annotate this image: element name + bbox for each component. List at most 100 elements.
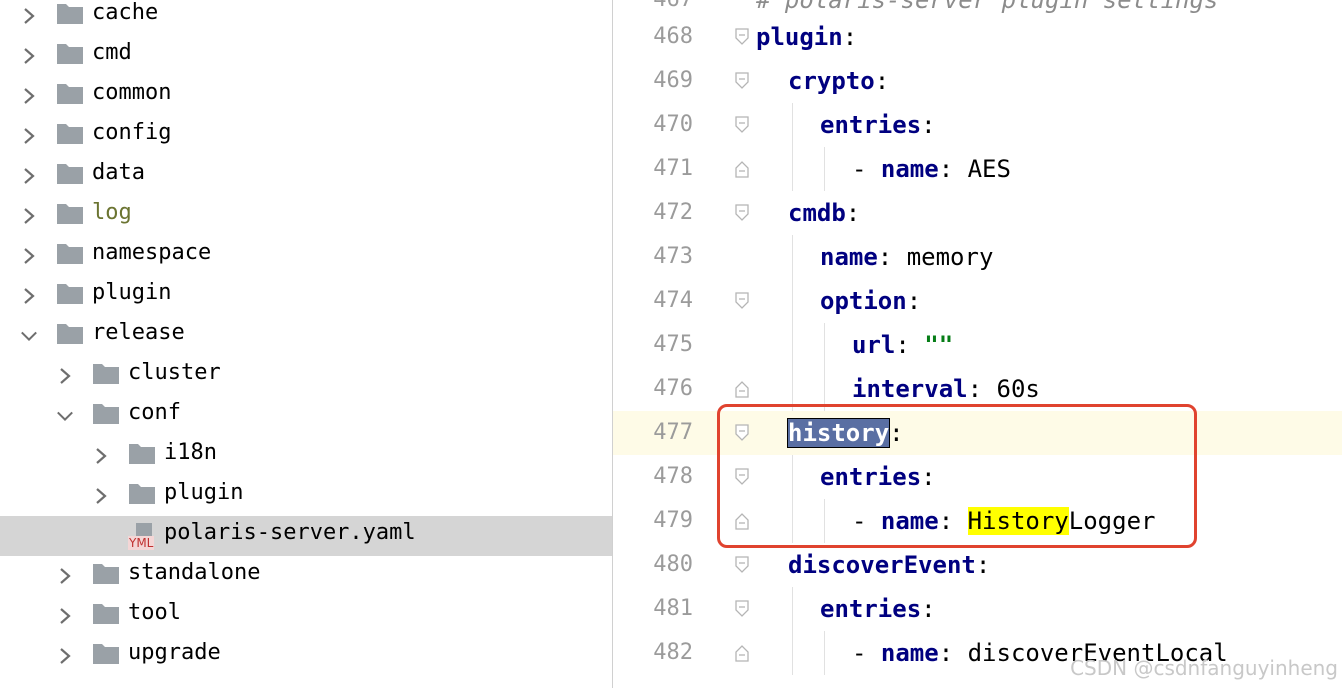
code-line[interactable]: 474 option: [613, 279, 1342, 323]
code-token: name [880, 639, 939, 667]
code-line[interactable]: 471 - name: AES [613, 147, 1342, 191]
fold-open-icon[interactable] [734, 116, 750, 134]
tree-folder-item[interactable]: cache [0, 0, 612, 36]
indent-guide [792, 587, 793, 631]
tree-folder-item[interactable]: common [0, 76, 612, 116]
folder-icon [56, 41, 84, 65]
chevron-right-icon[interactable] [20, 41, 38, 71]
indent-guide [792, 235, 793, 279]
tree-folder-item[interactable]: config [0, 116, 612, 156]
code-token: : [921, 111, 936, 139]
tree-item-label: cmd [92, 40, 132, 65]
code-token: interval [852, 375, 968, 403]
code-line[interactable]: 470 entries: [613, 103, 1342, 147]
tree-folder-item[interactable]: upgrade [0, 636, 612, 676]
tree-folder-item[interactable]: tool [0, 596, 612, 636]
tree-folder-item[interactable]: i18n [0, 436, 612, 476]
tree-folder-item[interactable]: data [0, 156, 612, 196]
chevron-right-icon[interactable] [20, 81, 38, 111]
fold-close-icon[interactable] [734, 380, 750, 398]
tree-folder-item[interactable]: release [0, 316, 612, 356]
line-number: 479 [653, 508, 693, 533]
chevron-right-icon[interactable] [20, 201, 38, 231]
fold-open-icon[interactable] [734, 72, 750, 90]
code-token: : AES [938, 155, 1011, 183]
code-text: - name: AES [852, 153, 1011, 185]
chevron-down-icon[interactable] [20, 321, 38, 351]
chevron-right-icon[interactable] [20, 121, 38, 151]
code-line[interactable]: 475 url: "" [613, 323, 1342, 367]
code-text: url: "" [852, 329, 953, 361]
folder-icon [56, 161, 84, 185]
code-text: interval: 60s [852, 373, 1040, 405]
code-token: : [921, 595, 936, 623]
folder-icon [92, 641, 120, 665]
chevron-right-icon[interactable] [56, 561, 74, 591]
tree-item-label: polaris-server.yaml [164, 520, 416, 545]
folder-icon [56, 281, 84, 305]
chevron-right-icon[interactable] [20, 161, 38, 191]
tree-folder-item[interactable]: plugin [0, 276, 612, 316]
code-text: entries: [820, 593, 936, 625]
chevron-down-icon[interactable] [56, 401, 74, 431]
fold-open-icon[interactable] [734, 556, 750, 574]
code-token: : memory [877, 243, 994, 271]
tree-folder-item[interactable]: namespace [0, 236, 612, 276]
chevron-right-icon[interactable] [56, 601, 74, 631]
chevron-right-icon[interactable] [20, 281, 38, 311]
tree-folder-item[interactable]: cmd [0, 36, 612, 76]
code-token: entries [820, 111, 922, 139]
indent-guide [792, 323, 793, 367]
code-line[interactable]: 469 crypto: [613, 59, 1342, 103]
folder-icon [56, 121, 84, 145]
folder-icon [56, 321, 84, 345]
code-line[interactable]: 468 plugin: [613, 15, 1342, 59]
fold-open-icon[interactable] [734, 600, 750, 618]
code-token: - [852, 639, 881, 667]
chevron-right-icon[interactable] [20, 1, 38, 31]
code-token: - [852, 155, 881, 183]
tree-folder-item[interactable]: standalone [0, 556, 612, 596]
code-token: : [975, 551, 991, 579]
tree-item-label: data [92, 160, 145, 185]
code-line[interactable]: 473 name: memory [613, 235, 1342, 279]
folder-icon [56, 1, 84, 25]
code-token: : [874, 67, 890, 95]
code-line[interactable]: 480 discoverEvent: [613, 543, 1342, 587]
chevron-right-icon[interactable] [56, 641, 74, 671]
tree-folder-item[interactable]: plugin [0, 476, 612, 516]
chevron-right-icon[interactable] [20, 241, 38, 271]
indent-guide [792, 147, 793, 191]
chevron-right-icon[interactable] [92, 441, 110, 471]
tree-folder-item[interactable]: cluster [0, 356, 612, 396]
indent-guide [824, 631, 825, 675]
line-number: 468 [653, 24, 693, 49]
tree-folder-item[interactable]: log [0, 196, 612, 236]
tree-item-label: plugin [164, 480, 244, 505]
fold-open-icon[interactable] [734, 28, 750, 46]
code-line[interactable]: 472 cmdb: [613, 191, 1342, 235]
code-token: cmdb [788, 199, 846, 227]
indent-guide [792, 631, 793, 675]
tree-item-label: plugin [92, 280, 172, 305]
fold-open-icon[interactable] [734, 204, 750, 222]
tree-file-item[interactable]: YML polaris-server.yaml [0, 516, 612, 556]
indent-guide [792, 103, 793, 147]
line-number: 475 [653, 332, 693, 357]
code-token: : [845, 199, 861, 227]
code-token: entries [820, 595, 922, 623]
code-editor[interactable]: 467 # polaris-server plugin settings 468… [613, 0, 1342, 688]
tree-item-label: cache [92, 0, 159, 25]
fold-open-icon[interactable] [734, 292, 750, 310]
folder-icon [92, 361, 120, 385]
tree-folder-item[interactable]: conf [0, 396, 612, 436]
code-text: crypto: [788, 65, 889, 97]
fold-close-icon[interactable] [734, 644, 750, 662]
fold-close-icon[interactable] [734, 160, 750, 178]
chevron-right-icon[interactable] [92, 481, 110, 511]
code-text: option: [820, 285, 921, 317]
code-line[interactable]: 481 entries: [613, 587, 1342, 631]
project-tree: cache cmd common config data log namespace plug… [0, 0, 612, 688]
chevron-right-icon[interactable] [56, 361, 74, 391]
line-number: 470 [653, 112, 693, 137]
